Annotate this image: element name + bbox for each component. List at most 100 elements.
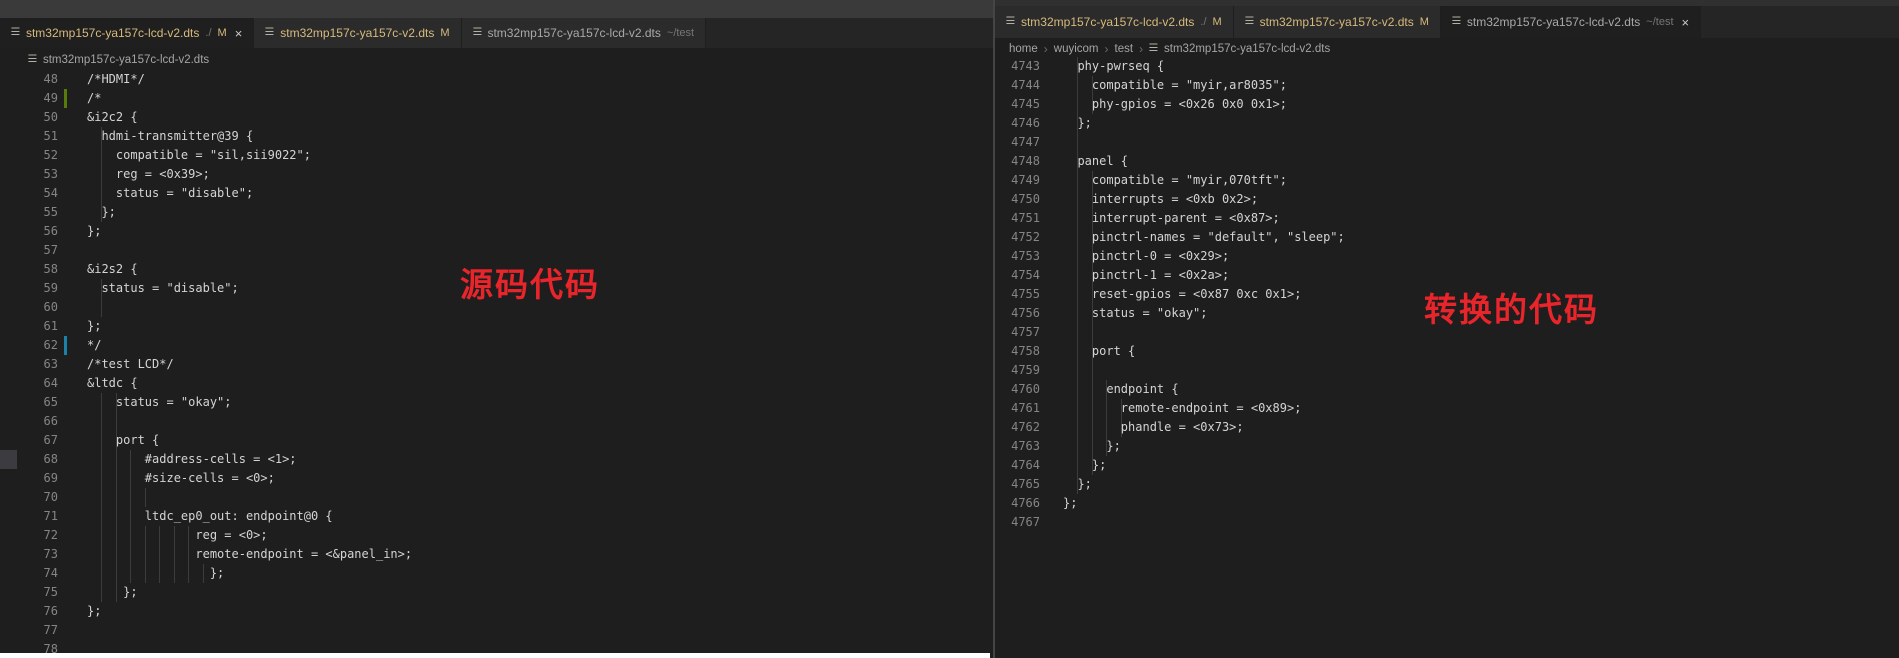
code-line[interactable]: 65 status = "okay"; xyxy=(0,393,993,412)
tab[interactable]: ☰stm32mp157c-ya157c-v2.dtsM xyxy=(1234,6,1441,38)
code-text: compatible = "myir,070tft"; xyxy=(1063,171,1287,190)
tab-label: stm32mp157c-ya157c-lcd-v2.dts xyxy=(1467,15,1640,29)
indent-guide xyxy=(1092,361,1093,380)
breadcrumb-item[interactable]: wuyicom xyxy=(1054,43,1099,55)
tab-close-icon[interactable]: × xyxy=(1682,15,1690,30)
file-icon: ☰ xyxy=(11,28,21,38)
line-number: 68 xyxy=(0,450,58,469)
code-text: #address-cells = <1>; xyxy=(87,450,297,469)
right-tab-bar: ☰stm32mp157c-ya157c-lcd-v2.dts./M ☰stm32m… xyxy=(995,6,1899,38)
code-line[interactable]: 68 #address-cells = <1>; xyxy=(0,450,993,469)
code-line[interactable]: 69 #size-cells = <0>; xyxy=(0,469,993,488)
tab[interactable]: ☰stm32mp157c-ya157c-lcd-v2.dts./M× xyxy=(0,18,254,48)
right-code-editor[interactable]: 4743 phy-pwrseq {4744 compatible = "myir… xyxy=(995,57,1899,658)
line-number: 4747 xyxy=(995,133,1040,152)
breadcrumb-separator-icon: › xyxy=(1139,42,1143,56)
code-line[interactable]: 51 hdmi-transmitter@39 { xyxy=(0,127,993,146)
code-line[interactable]: 73 remote-endpoint = <&panel_in>; xyxy=(0,545,993,564)
code-line[interactable]: 4765 }; xyxy=(995,475,1899,494)
code-line[interactable]: 77 xyxy=(0,621,993,640)
line-number: 4748 xyxy=(995,152,1040,171)
breadcrumb-item[interactable]: test xyxy=(1115,43,1134,55)
file-icon: ☰ xyxy=(265,28,275,38)
code-line[interactable]: 4747 xyxy=(995,133,1899,152)
code-line[interactable]: 4753 pinctrl-0 = <0x29>; xyxy=(995,247,1899,266)
code-line[interactable]: 75 }; xyxy=(0,583,993,602)
code-line[interactable]: 4764 }; xyxy=(995,456,1899,475)
code-line[interactable]: 4744 compatible = "myir,ar8035"; xyxy=(995,76,1899,95)
code-line[interactable]: 4761 remote-endpoint = <0x89>; xyxy=(995,399,1899,418)
code-line[interactable]: 4767 xyxy=(995,513,1899,532)
code-line[interactable]: 4745 phy-gpios = <0x26 0x0 0x1>; xyxy=(995,95,1899,114)
code-text: }; xyxy=(87,564,224,583)
code-text: status = "okay"; xyxy=(87,393,232,412)
code-line[interactable]: 76}; xyxy=(0,602,993,621)
code-text: phy-pwrseq { xyxy=(1063,57,1164,76)
code-line[interactable]: 4750 interrupts = <0xb 0x2>; xyxy=(995,190,1899,209)
code-line[interactable]: 56}; xyxy=(0,222,993,241)
code-text: &i2c2 { xyxy=(87,108,138,127)
tab-label: stm32mp157c-ya157c-v2.dts xyxy=(1260,15,1414,29)
left-code-editor[interactable]: 48/*HDMI*/49/*50&i2c2 {51 hdmi-transmitt… xyxy=(0,70,993,658)
right-breadcrumb: home›wuyicom›test›☰stm32mp157c-ya157c-lc… xyxy=(1009,40,1330,58)
code-line[interactable]: 4749 compatible = "myir,070tft"; xyxy=(995,171,1899,190)
code-line[interactable]: 49/* xyxy=(0,89,993,108)
code-line[interactable]: 4751 interrupt-parent = <0x87>; xyxy=(995,209,1899,228)
tab-close-icon[interactable]: × xyxy=(235,26,243,41)
line-number: 57 xyxy=(0,241,58,260)
code-line[interactable]: 4752 pinctrl-names = "default", "sleep"; xyxy=(995,228,1899,247)
line-number: 61 xyxy=(0,317,58,336)
code-line[interactable]: 63/*test LCD*/ xyxy=(0,355,993,374)
code-text: }; xyxy=(87,222,101,241)
code-line[interactable]: 71 ltdc_ep0_out: endpoint@0 { xyxy=(0,507,993,526)
breadcrumb-item[interactable]: stm32mp157c-ya157c-lcd-v2.dts xyxy=(43,54,209,66)
code-line[interactable]: 74 }; xyxy=(0,564,993,583)
code-line[interactable]: 4743 phy-pwrseq { xyxy=(995,57,1899,76)
indent-guide xyxy=(1092,323,1093,342)
line-number: 63 xyxy=(0,355,58,374)
code-line[interactable]: 4759 xyxy=(995,361,1899,380)
code-text: }; xyxy=(87,602,101,621)
line-number: 50 xyxy=(0,108,58,127)
code-line[interactable]: 4762 phandle = <0x73>; xyxy=(995,418,1899,437)
code-line[interactable]: 4746 }; xyxy=(995,114,1899,133)
code-line[interactable]: 4763 }; xyxy=(995,437,1899,456)
code-line[interactable]: 70 xyxy=(0,488,993,507)
code-line[interactable]: 54 status = "disable"; xyxy=(0,184,993,203)
breadcrumb-item[interactable]: home xyxy=(1009,43,1038,55)
tab[interactable]: ☰stm32mp157c-ya157c-lcd-v2.dts~/test× xyxy=(1441,6,1701,38)
code-line[interactable]: 62*/ xyxy=(0,336,993,355)
tab[interactable]: ☰stm32mp157c-ya157c-lcd-v2.dts~/test xyxy=(462,18,707,48)
modified-badge: M xyxy=(1420,16,1429,28)
tab[interactable]: ☰stm32mp157c-ya157c-v2.dtsM xyxy=(254,18,461,48)
code-text: status = "okay"; xyxy=(1063,304,1208,323)
line-number: 64 xyxy=(0,374,58,393)
left-tab-bar: ☰stm32mp157c-ya157c-lcd-v2.dts./M×☰stm32… xyxy=(0,18,993,48)
gutter-modified-marker xyxy=(64,336,67,355)
line-number: 60 xyxy=(0,298,58,317)
code-line[interactable]: 50&i2c2 { xyxy=(0,108,993,127)
code-line[interactable]: 52 compatible = "sil,sii9022"; xyxy=(0,146,993,165)
code-line[interactable]: 67 port { xyxy=(0,431,993,450)
code-text: &ltdc { xyxy=(87,374,138,393)
code-line[interactable]: 55 }; xyxy=(0,203,993,222)
file-icon: ☰ xyxy=(1149,44,1159,54)
code-line[interactable]: 4758 port { xyxy=(995,342,1899,361)
code-line[interactable]: 66 xyxy=(0,412,993,431)
line-number: 62 xyxy=(0,336,58,355)
code-line[interactable]: 4766}; xyxy=(995,494,1899,513)
code-line[interactable]: 4748 panel { xyxy=(995,152,1899,171)
code-text: }; xyxy=(1063,114,1092,133)
code-line[interactable]: 48/*HDMI*/ xyxy=(0,70,993,89)
tab[interactable]: ☰stm32mp157c-ya157c-lcd-v2.dts./M xyxy=(995,6,1234,38)
code-line[interactable]: 64&ltdc { xyxy=(0,374,993,393)
code-line[interactable]: 4760 endpoint { xyxy=(995,380,1899,399)
code-line[interactable]: 53 reg = <0x39>; xyxy=(0,165,993,184)
vscode-window: ☰stm32mp157c-ya157c-lcd-v2.dts./M×☰stm32… xyxy=(0,0,1899,658)
indent-guide xyxy=(116,488,117,507)
code-line[interactable]: 61}; xyxy=(0,317,993,336)
code-text: ltdc_ep0_out: endpoint@0 { xyxy=(87,507,333,526)
code-text: remote-endpoint = <0x89>; xyxy=(1063,399,1301,418)
breadcrumb-item[interactable]: stm32mp157c-ya157c-lcd-v2.dts xyxy=(1164,43,1330,55)
code-line[interactable]: 72 reg = <0>; xyxy=(0,526,993,545)
